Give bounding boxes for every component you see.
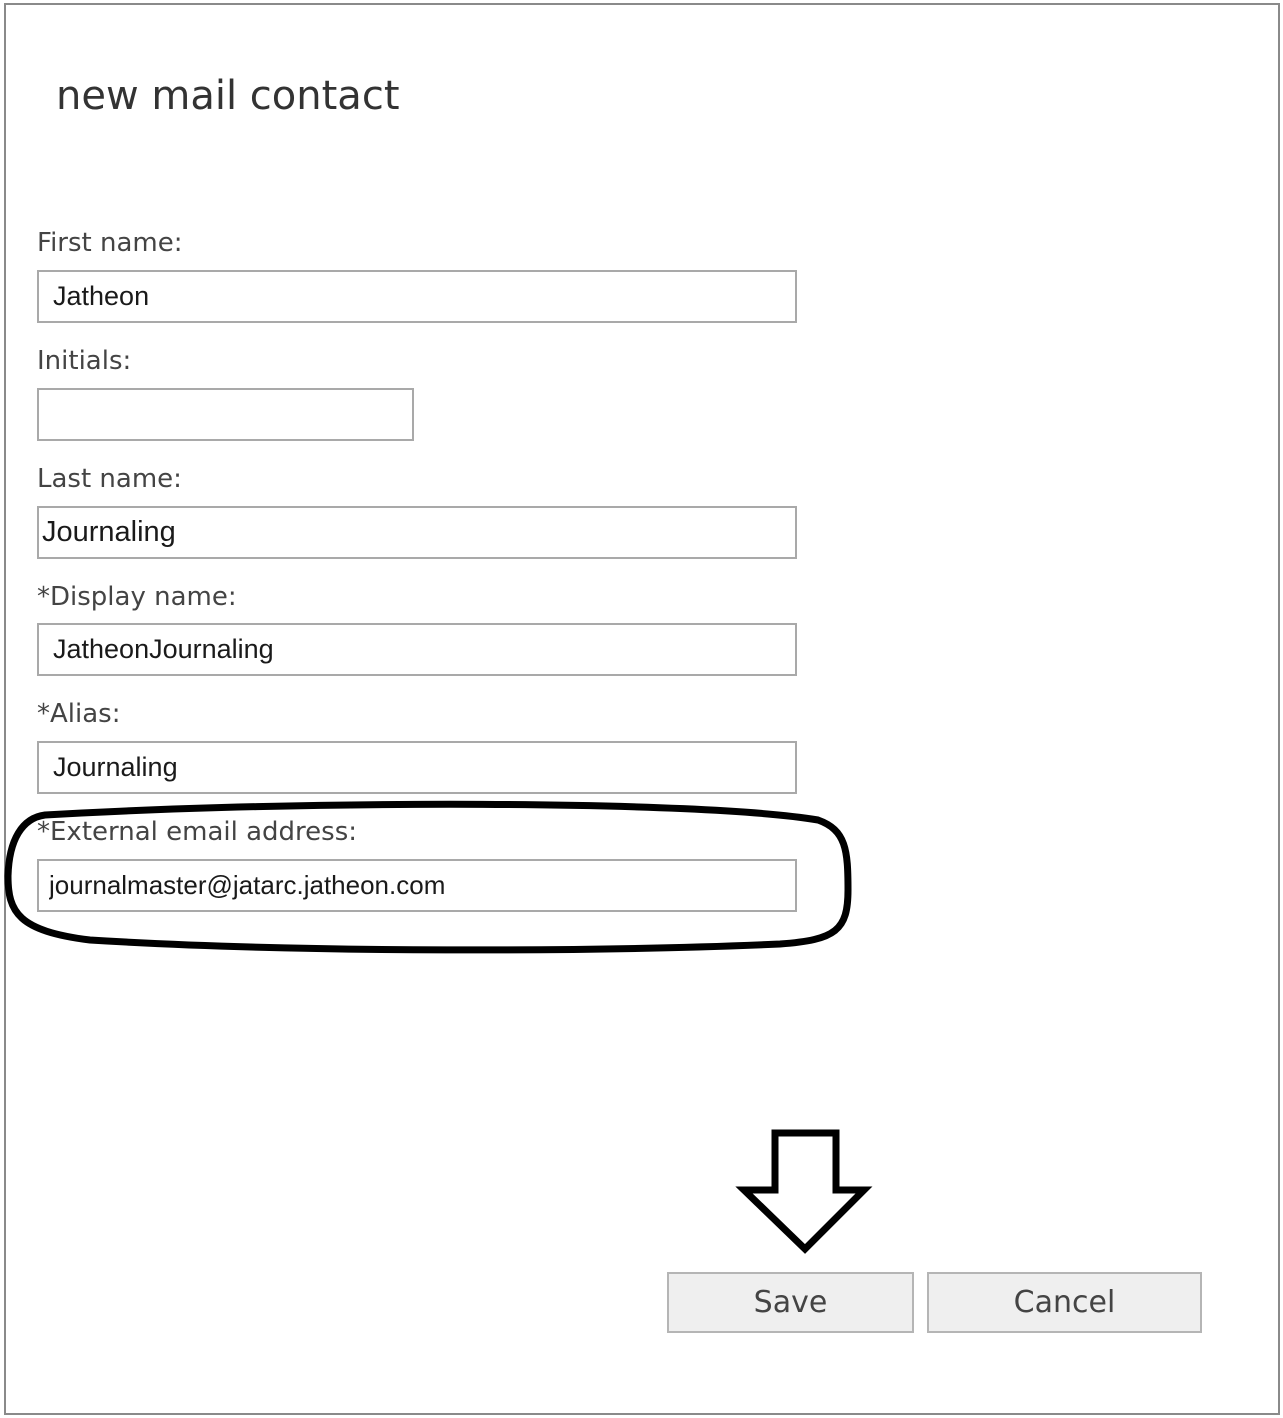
initials-label: Initials:	[37, 346, 132, 376]
new-mail-contact-dialog	[4, 3, 1280, 1415]
initials-input[interactable]	[37, 388, 414, 441]
save-button[interactable]: Save	[667, 1272, 914, 1333]
external-email-input[interactable]	[37, 859, 797, 912]
last-name-input[interactable]	[37, 506, 797, 559]
first-name-input[interactable]	[37, 270, 797, 323]
external-email-label: *External email address:	[37, 817, 358, 847]
last-name-label: Last name:	[37, 464, 182, 494]
alias-input[interactable]	[37, 741, 797, 794]
first-name-label: First name:	[37, 228, 183, 258]
cancel-button[interactable]: Cancel	[927, 1272, 1202, 1333]
dialog-title: new mail contact	[56, 73, 400, 119]
display-name-input[interactable]	[37, 623, 797, 676]
alias-label: *Alias:	[37, 699, 121, 729]
display-name-label: *Display name:	[37, 582, 237, 612]
